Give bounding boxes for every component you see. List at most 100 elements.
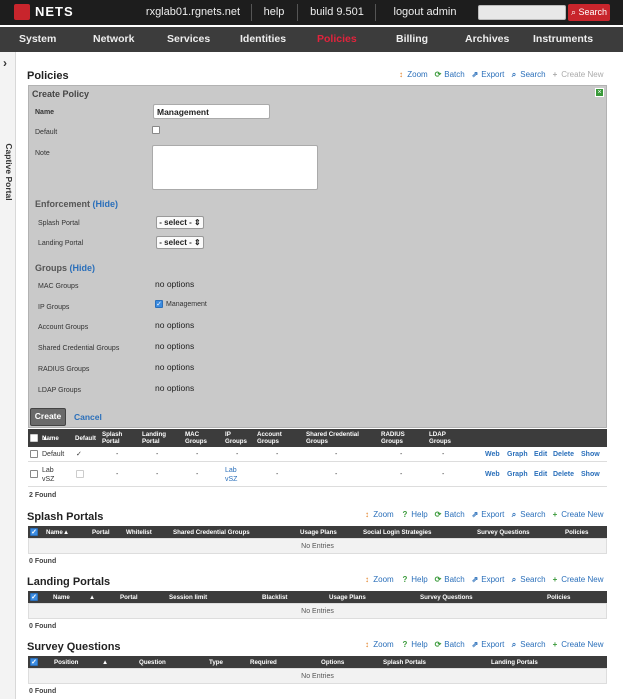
col-radius[interactable]: RADIUS Groups xyxy=(381,431,409,445)
show-link[interactable]: Show xyxy=(581,451,600,458)
search-action[interactable]: ⌕ Search xyxy=(510,575,546,585)
row-ip-link[interactable]: Lab vSZ xyxy=(225,466,245,484)
logout-link[interactable]: logout admin xyxy=(380,0,470,25)
nav-services[interactable]: Services xyxy=(167,27,210,52)
col-whitelist[interactable]: Whitelist xyxy=(126,529,152,536)
col-splash-portals[interactable]: Splash Portals xyxy=(383,659,426,666)
col-portal[interactable]: Portal xyxy=(92,529,110,536)
create-button[interactable]: Create xyxy=(30,408,66,426)
edit-link[interactable]: Edit xyxy=(534,451,547,458)
search-action[interactable]: ⌕ Search xyxy=(510,70,546,80)
delete-link[interactable]: Delete xyxy=(553,471,574,478)
create-new-label: Create New xyxy=(561,575,604,584)
col-question[interactable]: Question xyxy=(139,659,166,666)
col-policies[interactable]: Policies xyxy=(565,529,588,536)
col-social[interactable]: Social Login Strategies xyxy=(363,529,431,536)
col-policies[interactable]: Policies xyxy=(547,594,570,601)
help-link[interactable]: help xyxy=(255,0,293,25)
graph-link[interactable]: Graph xyxy=(507,451,528,458)
splash-portal-select[interactable]: - select - ⇕ xyxy=(156,216,204,229)
col-portal[interactable]: Portal xyxy=(120,594,138,601)
batch-action[interactable]: ⟳ Batch xyxy=(434,510,465,519)
col-shared[interactable]: Shared Credential Groups xyxy=(173,529,250,536)
col-survey[interactable]: Survey Questions xyxy=(420,594,473,601)
global-search-input[interactable] xyxy=(478,5,566,20)
show-link[interactable]: Show xyxy=(581,471,600,478)
nav-policies[interactable]: Policies xyxy=(317,27,357,52)
col-ldap[interactable]: LDAP Groups xyxy=(429,431,457,445)
col-required[interactable]: Required xyxy=(250,659,277,666)
col-usage-plans[interactable]: Usage Plans xyxy=(300,529,337,536)
help-action[interactable]: ? Help xyxy=(401,575,428,584)
col-blacklist[interactable]: Blacklist xyxy=(262,594,287,601)
close-icon[interactable]: × xyxy=(595,88,604,97)
select-all-checkbox[interactable] xyxy=(30,434,38,442)
col-name[interactable]: Name ▲ xyxy=(46,529,69,536)
nav-system[interactable]: System xyxy=(19,27,56,52)
select-all-checkbox[interactable]: ✓ xyxy=(30,528,38,536)
select-all-checkbox[interactable]: ✓ xyxy=(30,658,38,666)
col-name[interactable]: Name ▲ xyxy=(53,594,95,601)
batch-action[interactable]: ⟳ Batch xyxy=(434,575,465,584)
global-search-button[interactable]: ⌕ Search xyxy=(568,4,610,21)
help-action[interactable]: ? Help xyxy=(401,510,428,519)
enforcement-hide-link[interactable]: (Hide) xyxy=(93,199,119,209)
cancel-link[interactable]: Cancel xyxy=(74,412,102,422)
delete-link[interactable]: Delete xyxy=(553,451,574,458)
col-name[interactable]: Name ▲ xyxy=(42,435,59,442)
col-mac[interactable]: MAC Groups xyxy=(185,431,211,445)
sidebar-label[interactable]: Captive Portal xyxy=(2,140,14,204)
graph-link[interactable]: Graph xyxy=(507,471,528,478)
export-action[interactable]: ⇗ Export xyxy=(471,640,505,649)
zoom-action[interactable]: ↕ Zoom xyxy=(397,70,428,79)
nav-archives[interactable]: Archives xyxy=(465,27,509,52)
col-ip[interactable]: IP Groups xyxy=(225,431,251,445)
search-action[interactable]: ⌕ Search xyxy=(510,510,546,520)
default-checkbox[interactable] xyxy=(152,126,160,134)
ip-group-option[interactable]: Management xyxy=(166,301,207,308)
edit-link[interactable]: Edit xyxy=(534,471,547,478)
nav-instruments[interactable]: Instruments xyxy=(533,27,593,52)
web-link[interactable]: Web xyxy=(485,451,500,458)
col-splash[interactable]: Splash Portal xyxy=(102,431,128,445)
col-shared[interactable]: Shared Credential Groups xyxy=(306,431,366,445)
name-input[interactable]: Management xyxy=(153,104,270,119)
nav-network[interactable]: Network xyxy=(93,27,134,52)
select-all-checkbox[interactable]: ✓ xyxy=(30,593,38,601)
nav-identities[interactable]: Identities xyxy=(240,27,286,52)
col-options[interactable]: Options xyxy=(321,659,344,666)
col-default[interactable]: Default xyxy=(75,435,96,442)
create-new-action[interactable]: + Create New xyxy=(551,640,604,649)
nav-billing[interactable]: Billing xyxy=(396,27,428,52)
chevron-right-icon[interactable]: › xyxy=(3,56,7,70)
note-textarea[interactable] xyxy=(152,145,318,190)
landing-portal-select[interactable]: - select - ⇕ xyxy=(156,236,204,249)
col-usage-plans[interactable]: Usage Plans xyxy=(329,594,366,601)
col-survey[interactable]: Survey Questions xyxy=(477,529,530,536)
export-action[interactable]: ⇗ Export xyxy=(471,575,505,584)
create-new-action[interactable]: + Create New xyxy=(551,70,604,79)
create-new-action[interactable]: + Create New xyxy=(551,575,604,584)
col-landing-portals[interactable]: Landing Portals xyxy=(491,659,538,666)
batch-action[interactable]: ⟳ Batch xyxy=(434,640,465,649)
zoom-action[interactable]: ↕ Zoom xyxy=(363,640,394,649)
create-new-action[interactable]: + Create New xyxy=(551,510,604,519)
zoom-action[interactable]: ↕ Zoom xyxy=(363,575,394,584)
web-link[interactable]: Web xyxy=(485,471,500,478)
ip-group-checkbox[interactable]: ✓ xyxy=(155,300,163,308)
groups-hide-link[interactable]: (Hide) xyxy=(70,263,96,273)
search-action[interactable]: ⌕ Search xyxy=(510,640,546,650)
col-position[interactable]: Position ▲ xyxy=(54,659,108,666)
col-landing[interactable]: Landing Portal xyxy=(142,431,172,445)
zoom-action[interactable]: ↕ Zoom xyxy=(363,510,394,519)
export-action[interactable]: ⇗ Export xyxy=(471,510,505,519)
batch-action[interactable]: ⟳ Batch xyxy=(434,70,465,79)
row-checkbox[interactable] xyxy=(30,450,38,458)
rg-nets-logo[interactable]: NETS xyxy=(14,4,76,20)
col-type[interactable]: Type xyxy=(209,659,223,666)
export-action[interactable]: ⇗ Export xyxy=(471,70,505,79)
col-session-limit[interactable]: Session limit xyxy=(169,594,207,601)
col-account[interactable]: Account Groups xyxy=(257,431,287,445)
row-checkbox[interactable] xyxy=(30,470,38,478)
help-action[interactable]: ? Help xyxy=(401,640,428,649)
